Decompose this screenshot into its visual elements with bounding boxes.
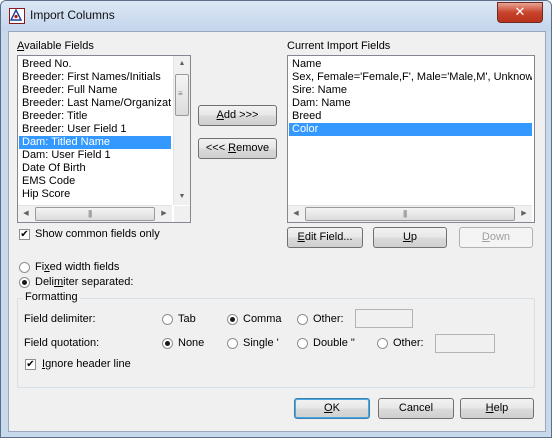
formatting-title: Formatting	[23, 291, 80, 303]
quotation-single-label: Single '	[243, 337, 279, 349]
list-item[interactable]: Dam: User Field 1	[19, 149, 171, 162]
dialog-body: Available Fields Breed No. Breeder: First…	[8, 31, 546, 432]
list-item[interactable]: Sire: Name	[289, 84, 532, 97]
scroll-up-arrow-icon[interactable]: ▲	[174, 56, 190, 72]
field-delimiter-label: Field delimiter:	[24, 313, 96, 325]
list-item[interactable]: Breeder: User Field 1	[19, 123, 171, 136]
available-fields-label: Available Fields	[17, 40, 94, 52]
help-button[interactable]: Help	[460, 398, 534, 419]
close-button[interactable]: ✕	[497, 2, 543, 23]
app-icon	[9, 8, 25, 24]
list-item[interactable]: Breeder: Last Name/Organization	[19, 97, 171, 110]
list-item[interactable]: Breeder: Full Name	[19, 84, 171, 97]
delimiter-comma-radio[interactable]	[227, 314, 238, 325]
show-common-label: Show common fields only	[35, 228, 160, 240]
list-item[interactable]: Breeder: First Names/Initials	[19, 71, 171, 84]
list-item[interactable]: Hip Score	[19, 188, 171, 201]
scroll-left-arrow-icon[interactable]: ◀	[18, 206, 34, 222]
quotation-double-radio[interactable]	[297, 338, 308, 349]
quotation-other-label: Other:	[393, 337, 424, 349]
current-fields-label: Current Import Fields	[287, 40, 391, 52]
delimiter-separated-label: Delimiter separated:	[35, 276, 134, 288]
edit-field-button[interactable]: Edit Field...	[287, 227, 363, 248]
list-item[interactable]: Color	[289, 123, 532, 136]
cancel-button[interactable]: Cancel	[378, 398, 454, 419]
available-fields-list[interactable]: Breed No. Breeder: First Names/Initials Br…	[17, 55, 191, 223]
quotation-other-input[interactable]	[435, 334, 495, 353]
remove-button[interactable]: <<< Remove	[198, 138, 277, 159]
quotation-single-radio[interactable]	[227, 338, 238, 349]
available-vertical-scrollbar[interactable]: ▲ ≡ ▼	[173, 56, 190, 205]
scroll-right-arrow-icon[interactable]: ▶	[516, 206, 532, 222]
scroll-down-arrow-icon[interactable]: ▼	[174, 189, 190, 205]
scroll-right-arrow-icon[interactable]: ▶	[156, 206, 172, 222]
fixed-width-radio[interactable]	[19, 262, 30, 273]
quotation-none-radio[interactable]	[162, 338, 173, 349]
quotation-double-label: Double "	[313, 337, 355, 349]
scroll-corner	[174, 206, 190, 222]
delimiter-tab-label: Tab	[178, 313, 196, 325]
delimiter-separated-radio[interactable]	[19, 277, 30, 288]
field-quotation-label: Field quotation:	[24, 337, 100, 349]
list-item[interactable]: Breed No.	[19, 58, 171, 71]
list-item[interactable]: Date Of Birth	[19, 162, 171, 175]
grip-icon: ≡	[178, 89, 183, 98]
delimiter-comma-label: Comma	[243, 313, 282, 325]
up-button[interactable]: Up	[373, 227, 447, 248]
title-bar[interactable]: Import Columns ✕	[1, 1, 551, 31]
import-columns-dialog: Import Columns ✕ Available Fields Breed …	[0, 0, 552, 438]
scroll-thumb[interactable]: |||	[35, 207, 155, 221]
down-button[interactable]: Down	[459, 227, 533, 248]
quotation-none-label: None	[178, 337, 205, 349]
quotation-other-radio[interactable]	[377, 338, 388, 349]
delimiter-other-input[interactable]	[355, 309, 413, 328]
list-item[interactable]: EMS Code	[19, 175, 171, 188]
grip-icon: |||	[88, 209, 92, 218]
scroll-thumb[interactable]: |||	[305, 207, 515, 221]
ignore-header-checkbox[interactable]: ✔	[25, 359, 36, 370]
add-button[interactable]: Add >>>	[198, 105, 277, 126]
ok-button[interactable]: OK	[294, 398, 370, 419]
scroll-left-arrow-icon[interactable]: ◀	[288, 206, 304, 222]
fixed-width-label: Fixed width fields	[35, 261, 120, 273]
scroll-thumb[interactable]: ≡	[175, 74, 189, 116]
list-item[interactable]: Dam: Titled Name	[19, 136, 171, 149]
list-item[interactable]: Name	[289, 58, 532, 71]
window-title: Import Columns	[30, 8, 115, 22]
current-horizontal-scrollbar[interactable]: ◀ ||| ▶	[288, 205, 532, 222]
list-item[interactable]: Breed	[289, 110, 532, 123]
grip-icon: |||	[403, 209, 407, 218]
show-common-checkbox[interactable]: ✔	[19, 229, 30, 240]
list-item[interactable]: Sex, Female='Female,F', Male='Male,M', U…	[289, 71, 532, 84]
delimiter-other-label: Other:	[313, 313, 344, 325]
ignore-header-label: Ignore header line	[42, 358, 131, 370]
list-item[interactable]: Breeder: Title	[19, 110, 171, 123]
list-item[interactable]: Dam: Name	[289, 97, 532, 110]
current-fields-list[interactable]: Name Sex, Female='Female,F', Male='Male,M…	[287, 55, 535, 223]
delimiter-tab-radio[interactable]	[162, 314, 173, 325]
available-horizontal-scrollbar[interactable]: ◀ ||| ▶	[18, 205, 172, 222]
delimiter-other-radio[interactable]	[297, 314, 308, 325]
